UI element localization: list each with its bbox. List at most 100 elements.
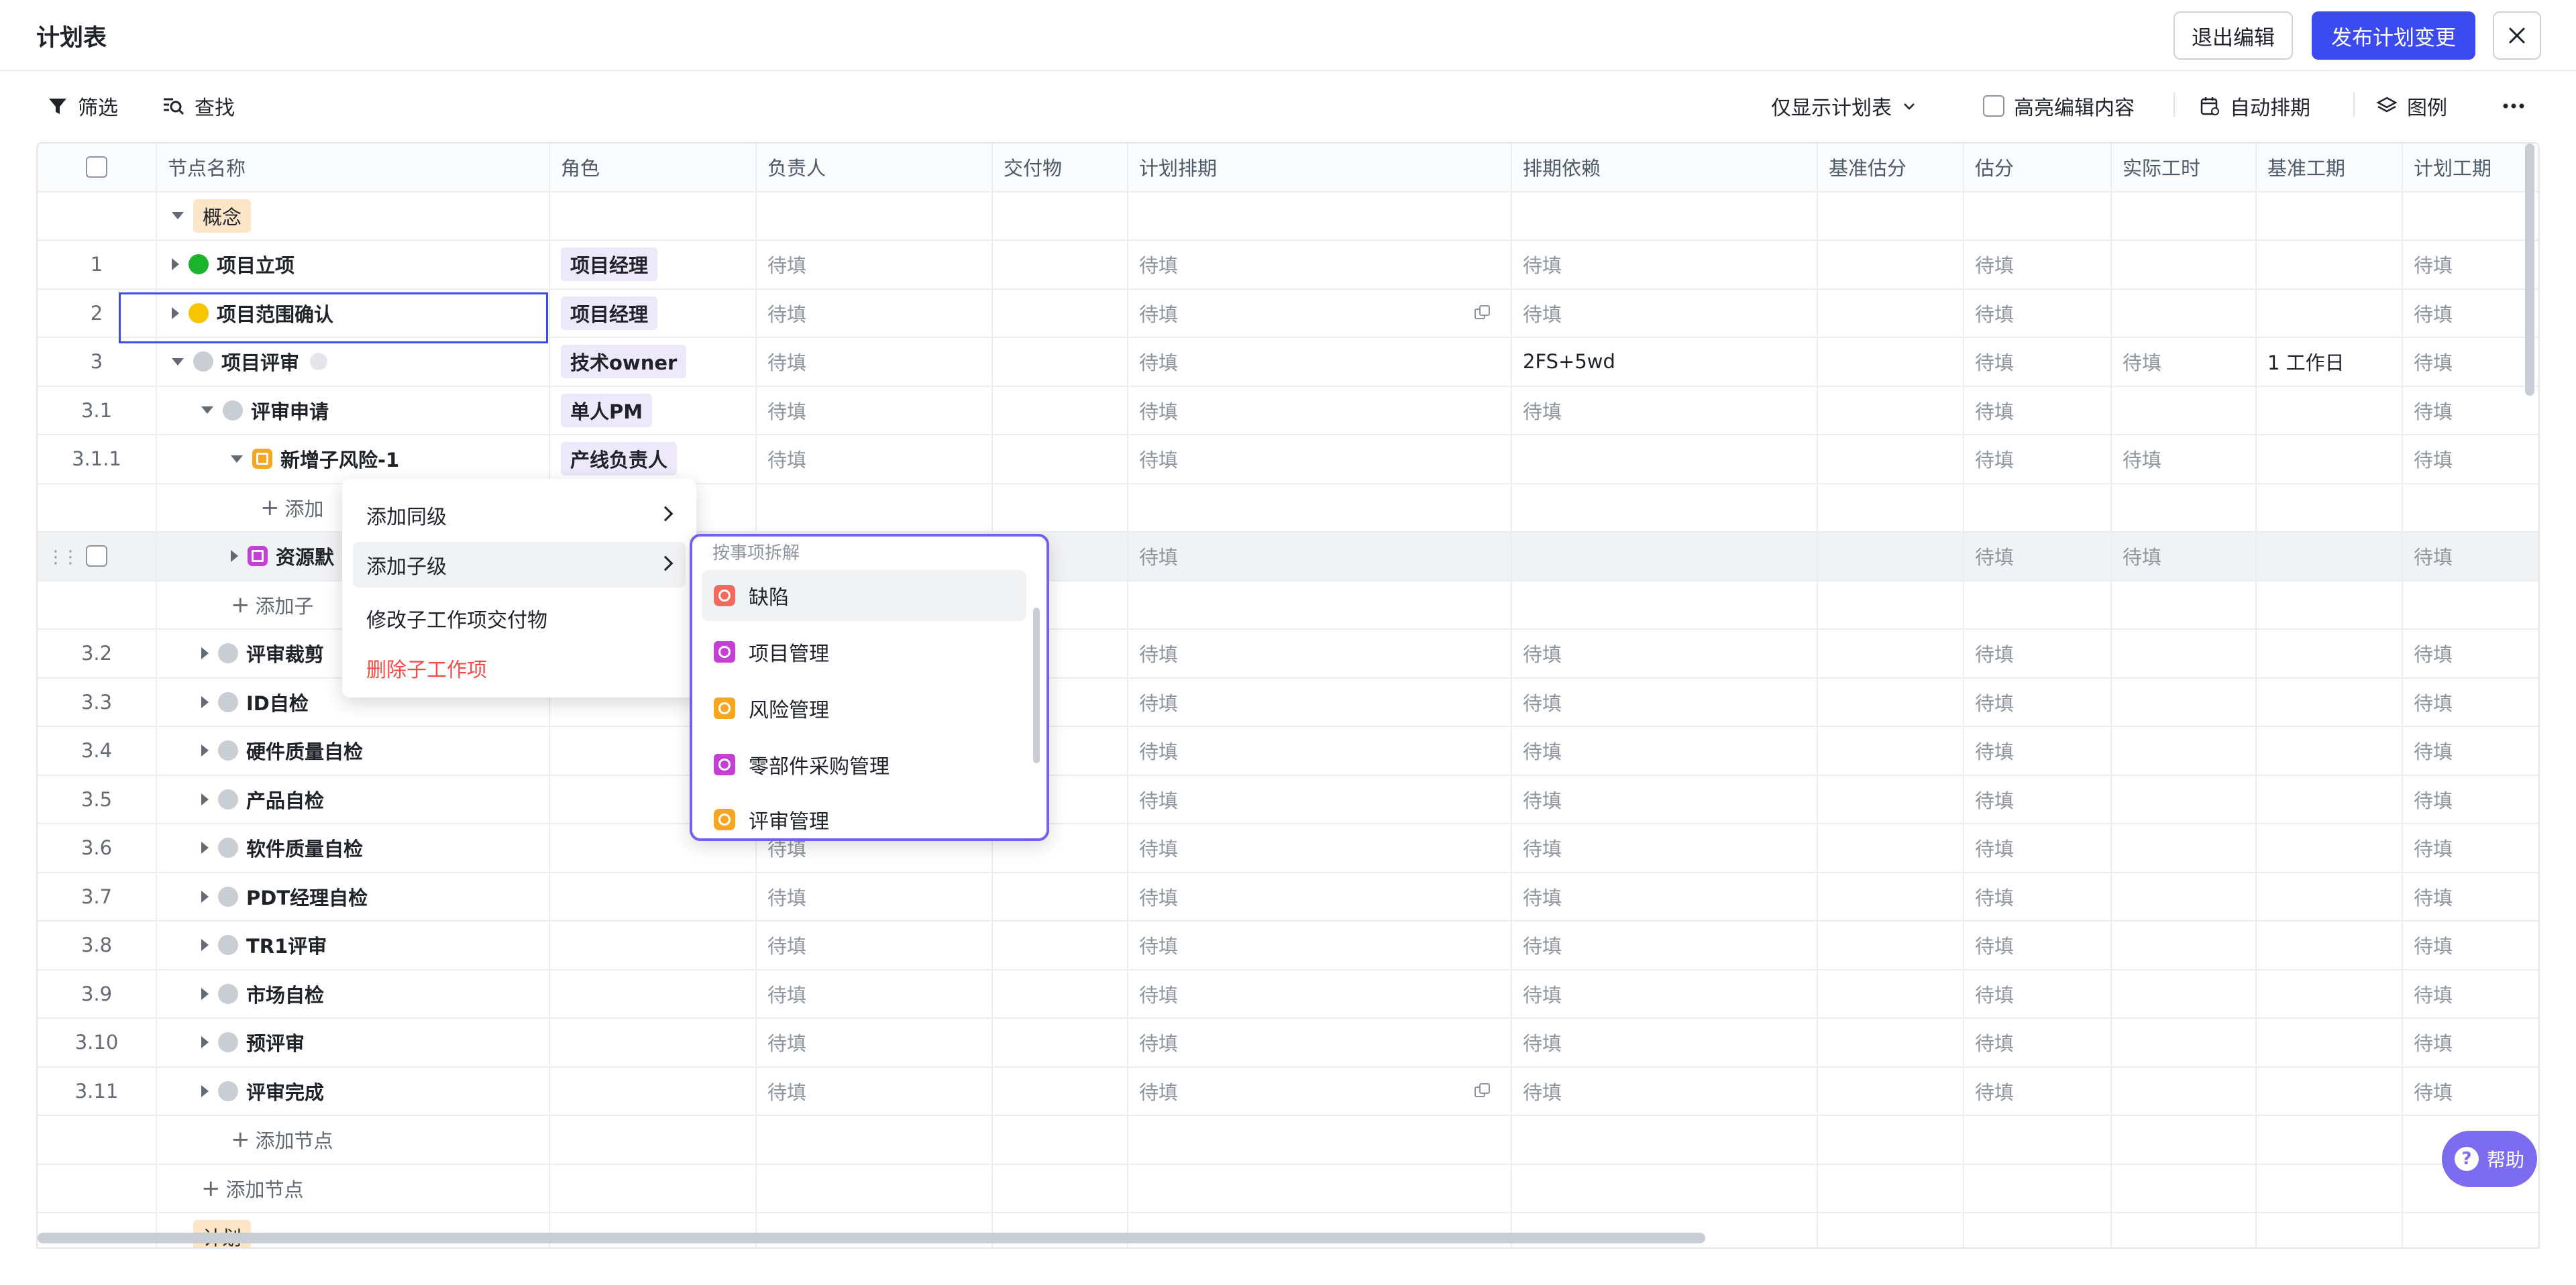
- placeholder-cell[interactable]: 待填: [2403, 727, 2538, 775]
- node-name-cell[interactable]: 产品自检: [157, 775, 550, 823]
- deliverable-cell[interactable]: [993, 338, 1128, 386]
- placeholder-cell[interactable]: 待填: [757, 241, 993, 288]
- help-button[interactable]: ? 帮助: [2442, 1131, 2537, 1187]
- collapse-caret-icon[interactable]: [172, 306, 179, 319]
- submenu-item-defect[interactable]: 缺陷: [702, 570, 1026, 621]
- baseline-estimate-cell[interactable]: [1818, 289, 1964, 337]
- collapse-caret-icon[interactable]: [201, 1084, 209, 1097]
- baseline-estimate-cell[interactable]: [1818, 873, 1964, 920]
- actual-hours-cell[interactable]: [2112, 241, 2257, 288]
- placeholder-cell[interactable]: 待填: [757, 970, 993, 1017]
- modify-deliverable-item[interactable]: 修改子工作项交付物: [353, 596, 686, 641]
- actual-hours-cell[interactable]: [2112, 386, 2257, 434]
- baseline-estimate-cell[interactable]: [1818, 727, 1964, 775]
- baseline-estimate-cell[interactable]: [1818, 241, 1964, 288]
- baseline-duration-cell[interactable]: [2257, 630, 2403, 677]
- actual-hours-cell[interactable]: [2112, 970, 2257, 1017]
- delete-child-item[interactable]: 删除子工作项: [353, 645, 686, 691]
- placeholder-cell[interactable]: 待填: [2403, 970, 2538, 1018]
- collapse-caret-icon[interactable]: [201, 1036, 209, 1049]
- collapse-caret-icon[interactable]: [201, 987, 209, 1000]
- placeholder-cell[interactable]: 待填: [1512, 921, 1818, 969]
- highlight-toggle[interactable]: 高亮编辑内容: [1983, 90, 2135, 122]
- actual-hours-cell[interactable]: [2112, 921, 2257, 969]
- baseline-duration-cell[interactable]: [2257, 1019, 2403, 1066]
- deliverable-cell[interactable]: [993, 873, 1128, 920]
- role-cell[interactable]: 技术owner: [550, 338, 757, 386]
- submenu-item-risk-management[interactable]: 风险管理: [702, 683, 1026, 734]
- placeholder-cell[interactable]: 待填: [1128, 1019, 1512, 1066]
- placeholder-cell[interactable]: 待填: [1512, 241, 1818, 288]
- view-select[interactable]: 仅显示计划表: [1771, 90, 1917, 122]
- node-name-cell[interactable]: + 添加节点: [157, 1164, 550, 1212]
- node-name-cell[interactable]: PDT经理自检: [157, 873, 550, 920]
- baseline-duration-cell[interactable]: [2257, 727, 2403, 775]
- placeholder-cell[interactable]: 待填: [757, 921, 993, 969]
- placeholder-cell[interactable]: 待填: [1512, 630, 1818, 677]
- baseline-duration-cell[interactable]: [2257, 241, 2403, 288]
- role-cell[interactable]: [550, 1067, 757, 1115]
- placeholder-cell[interactable]: 待填: [2403, 873, 2538, 921]
- collapse-caret-icon[interactable]: [201, 939, 209, 952]
- baseline-estimate-cell[interactable]: [1818, 678, 1964, 726]
- actual-hours-cell[interactable]: [2112, 678, 2257, 726]
- placeholder-cell[interactable]: 待填: [1964, 630, 2112, 677]
- placeholder-cell[interactable]: 待填: [1964, 678, 2112, 726]
- baseline-estimate-cell[interactable]: [1818, 775, 1964, 823]
- placeholder-cell[interactable]: 待填: [1512, 873, 1818, 920]
- placeholder-cell[interactable]: 待填: [2403, 533, 2538, 580]
- baseline-estimate-cell[interactable]: [1818, 921, 1964, 969]
- placeholder-cell[interactable]: 待填: [1128, 873, 1512, 920]
- placeholder-cell[interactable]: 待填: [1128, 533, 1512, 580]
- horizontal-scrollbar[interactable]: [38, 1233, 1705, 1243]
- collapse-caret-icon[interactable]: [201, 890, 209, 903]
- role-cell[interactable]: 项目经理: [550, 289, 757, 337]
- exit-edit-button[interactable]: 退出编辑: [2174, 11, 2293, 60]
- collapse-caret-icon[interactable]: [201, 793, 209, 805]
- node-name-cell[interactable]: TR1评审: [157, 921, 550, 969]
- deliverable-cell[interactable]: [993, 289, 1128, 337]
- baseline-duration-cell[interactable]: [2257, 873, 2403, 920]
- baseline-estimate-cell[interactable]: [1818, 386, 1964, 434]
- search-button[interactable]: 查找: [162, 90, 235, 122]
- dependency-cell[interactable]: [1512, 435, 1818, 483]
- drag-handle-icon[interactable]: ⋮⋮: [47, 547, 79, 567]
- placeholder-cell[interactable]: 待填: [1964, 386, 2112, 434]
- placeholder-cell[interactable]: 待填: [1964, 435, 2112, 483]
- placeholder-cell[interactable]: 待填: [2403, 776, 2538, 824]
- collapse-caret-icon[interactable]: [201, 842, 209, 854]
- baseline-duration-cell[interactable]: [2257, 386, 2403, 434]
- placeholder-cell[interactable]: 待填: [1128, 970, 1512, 1017]
- deliverable-cell[interactable]: [993, 435, 1128, 483]
- placeholder-cell[interactable]: 待填: [757, 338, 993, 386]
- baseline-duration-cell[interactable]: [2257, 970, 2403, 1017]
- expand-caret-icon[interactable]: [172, 357, 184, 366]
- role-cell[interactable]: [550, 873, 757, 920]
- vertical-scrollbar[interactable]: [2525, 144, 2534, 396]
- actual-hours-cell[interactable]: [2112, 727, 2257, 775]
- placeholder-cell[interactable]: 待填: [1964, 873, 2112, 920]
- deliverable-cell[interactable]: [993, 1019, 1128, 1066]
- expand-caret-icon[interactable]: [231, 455, 243, 463]
- deliverable-cell[interactable]: [993, 241, 1128, 288]
- placeholder-cell[interactable]: 待填: [2403, 387, 2538, 435]
- placeholder-cell[interactable]: 待填: [1964, 775, 2112, 823]
- add-sibling-item[interactable]: 添加同级: [353, 492, 686, 538]
- filter-button[interactable]: 筛选: [47, 90, 118, 122]
- placeholder-cell[interactable]: 待填: [757, 1067, 993, 1115]
- placeholder-cell[interactable]: 待填: [1512, 386, 1818, 434]
- column-header[interactable]: 计划工期: [2403, 144, 2538, 191]
- node-name-cell[interactable]: 项目范围确认: [157, 289, 550, 337]
- placeholder-cell[interactable]: 待填: [1964, 727, 2112, 775]
- column-header[interactable]: 排期依赖: [1512, 144, 1818, 191]
- placeholder-cell[interactable]: 待填: [2403, 241, 2538, 288]
- placeholder-cell[interactable]: 待填: [1512, 775, 1818, 823]
- select-all-checkbox[interactable]: [86, 156, 107, 178]
- baseline-duration-cell[interactable]: [2257, 921, 2403, 969]
- close-button[interactable]: [2493, 11, 2541, 60]
- add-node-label[interactable]: 添加节点: [256, 1125, 333, 1154]
- column-header[interactable]: 交付物: [993, 144, 1128, 191]
- placeholder-cell[interactable]: 待填: [2403, 435, 2538, 483]
- placeholder-cell[interactable]: 待填: [1512, 289, 1818, 337]
- highlight-checkbox[interactable]: [1983, 95, 2004, 117]
